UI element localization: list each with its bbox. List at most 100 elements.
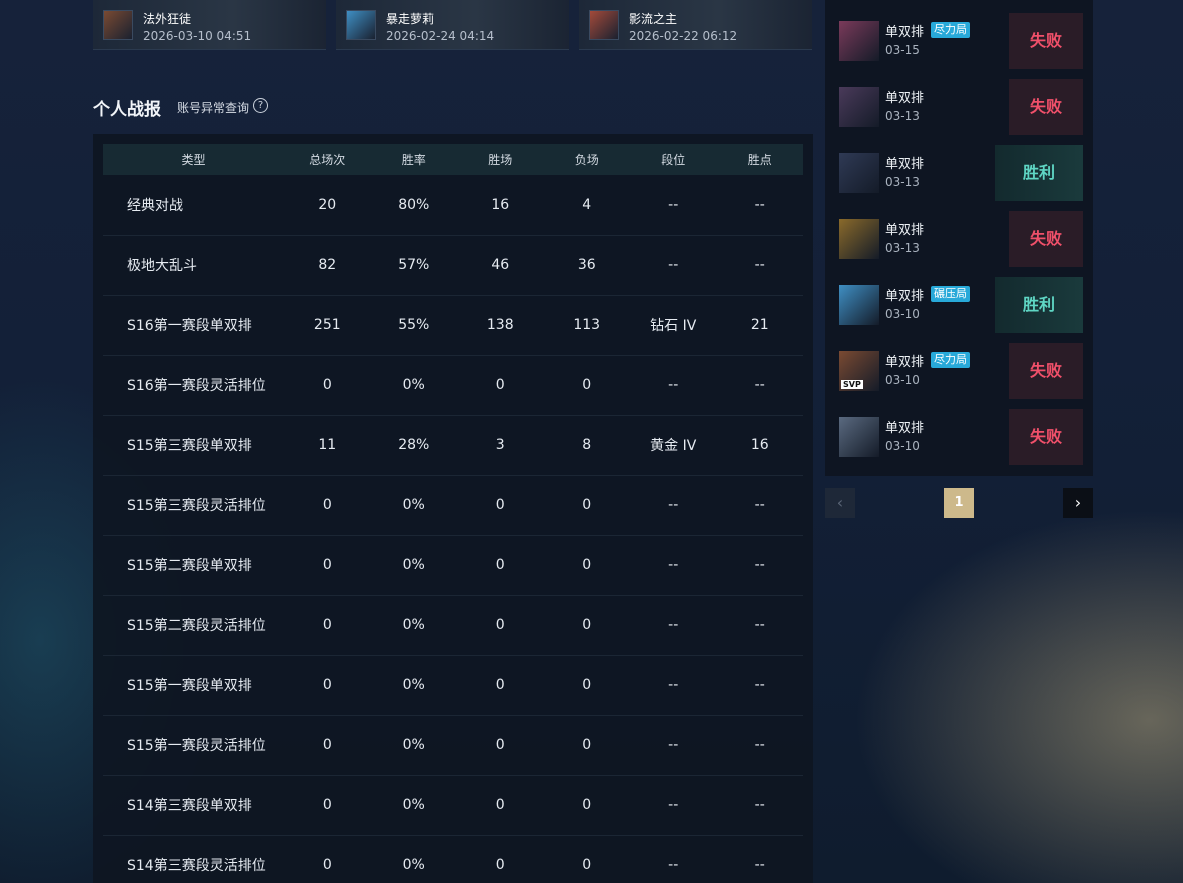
match-tag: 碾压局 (931, 286, 970, 302)
table-row: S15第二赛段灵活排位 0 0% 0 0 -- -- (103, 595, 803, 656)
stat-cell: 138 (457, 295, 544, 356)
stat-cell: 28% (370, 415, 457, 476)
stat-cell: -- (716, 235, 803, 296)
queue-type-cell: 经典对战 (103, 175, 285, 236)
match-item[interactable]: 单双排 03-13 失败 (839, 211, 1083, 267)
stat-cell: 16 (716, 415, 803, 476)
match-date: 03-10 (885, 307, 920, 321)
match-item[interactable]: SVP 单双排 尽力局 03-10 失败 (839, 343, 1083, 399)
page: 法外狂徒 2026-03-10 04:51 暴走萝莉 2026-02-24 04:14… (0, 0, 1183, 883)
match-result: 失败 (1009, 409, 1083, 465)
table-row: S16第一赛段单双排 251 55% 138 113 钻石 IV 21 (103, 295, 803, 356)
match-item[interactable]: 单双排 03-13 胜利 (839, 145, 1083, 201)
stat-cell: 8 (543, 415, 630, 476)
stat-cell: -- (629, 535, 717, 596)
champion-avatar (839, 285, 879, 325)
stat-cell: 3 (457, 415, 544, 476)
match-mode: 单双排 (885, 355, 925, 370)
stat-cell: 0 (457, 655, 544, 716)
match-item[interactable]: 单双排 03-10 失败 (839, 409, 1083, 465)
help-icon[interactable]: ? (253, 98, 268, 113)
column-header: 胜场 (457, 144, 544, 175)
stat-cell: -- (716, 595, 803, 656)
stat-cell: -- (629, 475, 717, 536)
stat-cell: 11 (284, 415, 371, 476)
table-row: S15第三赛段灵活排位 0 0% 0 0 -- -- (103, 475, 803, 536)
champion-avatar (839, 417, 879, 457)
stats-table: 类型 总场次 胜率 胜场 负场 段位 胜点 经典对战 20 80% 16 4 -- -- 极地… (103, 144, 803, 883)
match-date: 03-13 (885, 109, 920, 123)
stat-cell: 0% (370, 655, 457, 716)
match-result: 失败 (1009, 343, 1083, 399)
stat-cell: 21 (716, 295, 803, 356)
next-page-button[interactable]: › (1063, 488, 1093, 518)
stat-cell: -- (629, 595, 717, 656)
page-number-button[interactable]: 1 (944, 488, 974, 518)
match-date: 03-13 (885, 175, 920, 189)
stat-cell: -- (629, 835, 717, 883)
match-mode: 单双排 (885, 289, 925, 304)
account-anomaly-link[interactable]: 账号异常查询 (177, 99, 249, 116)
column-header: 段位 (629, 144, 717, 175)
match-date: 03-10 (885, 373, 920, 387)
column-header: 胜率 (370, 144, 457, 175)
match-tag: 尽力局 (931, 352, 970, 368)
stat-cell: 0 (284, 595, 371, 656)
stat-cell: 0 (457, 475, 544, 536)
stat-cell: 0 (284, 715, 371, 776)
recent-hero-card[interactable]: 影流之主 2026-02-22 06:12 (579, 0, 812, 50)
queue-type-cell: S15第二赛段灵活排位 (103, 595, 285, 656)
match-mode: 单双排 (885, 91, 925, 106)
champion-portrait (346, 10, 376, 40)
table-row: S15第三赛段单双排 11 28% 3 8 黄金 IV 16 (103, 415, 803, 476)
queue-type-cell: S15第三赛段单双排 (103, 415, 285, 476)
stat-cell: 0 (543, 355, 630, 416)
table-row: 经典对战 20 80% 16 4 -- -- (103, 175, 803, 236)
match-date: 03-13 (885, 241, 920, 255)
stat-cell: -- (716, 775, 803, 836)
match-history-panel: 单双排 尽力局 03-15 失败 单双排 03-13 失败 单双排 03-13 胜利 单双排 03-1… (825, 0, 1093, 476)
match-item[interactable]: 单双排 尽力局 03-15 失败 (839, 13, 1083, 69)
stat-cell: -- (629, 355, 717, 416)
stat-cell: -- (716, 715, 803, 776)
stat-cell: 0 (457, 715, 544, 776)
queue-type-cell: S15第一赛段灵活排位 (103, 715, 285, 776)
table-row: S15第一赛段单双排 0 0% 0 0 -- -- (103, 655, 803, 716)
table-row: S14第三赛段单双排 0 0% 0 0 -- -- (103, 775, 803, 836)
table-header-row: 类型 总场次 胜率 胜场 负场 段位 胜点 (103, 144, 803, 175)
stat-cell: 0% (370, 715, 457, 776)
stat-cell: 46 (457, 235, 544, 296)
stat-cell: 0 (284, 355, 371, 416)
champion-portrait (103, 10, 133, 40)
stat-cell: -- (716, 355, 803, 416)
played-time: 2026-02-24 04:14 (386, 29, 495, 43)
stat-cell: 0% (370, 535, 457, 596)
match-item[interactable]: 单双排 碾压局 03-10 胜利 (839, 277, 1083, 333)
played-time: 2026-03-10 04:51 (143, 29, 252, 43)
prev-page-button[interactable]: ‹ (825, 488, 855, 518)
recent-hero-card[interactable]: 暴走萝莉 2026-02-24 04:14 (336, 0, 569, 50)
stat-cell: -- (629, 175, 717, 236)
column-header: 类型 (103, 144, 285, 175)
match-result: 失败 (1009, 13, 1083, 69)
queue-type-cell: S15第二赛段单双排 (103, 535, 285, 596)
table-row: S15第二赛段单双排 0 0% 0 0 -- -- (103, 535, 803, 596)
stat-cell: 80% (370, 175, 457, 236)
stat-cell: 黄金 IV (629, 415, 717, 476)
stat-cell: 0 (284, 475, 371, 536)
match-mode: 单双排 (885, 421, 925, 436)
queue-type-cell: S14第三赛段单双排 (103, 775, 285, 836)
match-item[interactable]: 单双排 03-13 失败 (839, 79, 1083, 135)
recent-hero-card[interactable]: 法外狂徒 2026-03-10 04:51 (93, 0, 326, 50)
stat-cell: 0% (370, 355, 457, 416)
match-result: 失败 (1009, 79, 1083, 135)
champion-name: 影流之主 (629, 12, 678, 26)
stat-cell: 0 (284, 535, 371, 596)
match-date: 03-15 (885, 43, 920, 57)
stat-cell: 0 (543, 535, 630, 596)
stat-cell: -- (716, 475, 803, 536)
stat-cell: -- (629, 775, 717, 836)
match-result: 胜利 (995, 145, 1083, 201)
match-result: 失败 (1009, 211, 1083, 267)
champion-avatar (839, 219, 879, 259)
